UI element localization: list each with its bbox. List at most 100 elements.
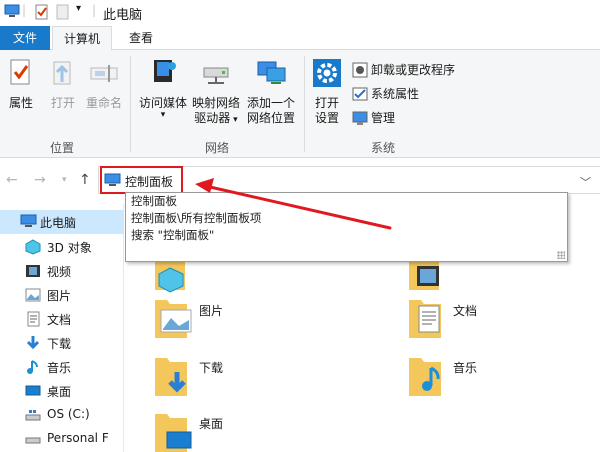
sidebar-item-videos[interactable]: 视频 xyxy=(0,259,124,283)
suggestion-item[interactable]: 控制面板 xyxy=(131,193,177,210)
sidebar-item-label: OS (C:) xyxy=(47,407,90,421)
drive-icon xyxy=(25,431,41,450)
highlight-box xyxy=(100,166,183,194)
properties-quick-icon[interactable] xyxy=(34,4,50,23)
divider: | xyxy=(22,3,27,17)
pc-icon xyxy=(4,4,20,21)
access-media-button[interactable]: 访问媒体 ▾ xyxy=(137,56,189,120)
tab-view[interactable]: 查看 xyxy=(118,26,164,50)
access-media-label: 访问媒体 xyxy=(138,96,187,110)
suggestion-item[interactable]: 搜索 "控制面板" xyxy=(131,227,214,244)
back-icon[interactable]: ← xyxy=(6,172,18,188)
sidebar-item-pictures[interactable]: 图片 xyxy=(0,283,124,307)
add-location-label-1: 添加一个 xyxy=(246,96,295,110)
folder-desktop[interactable] xyxy=(153,410,192,452)
group-label-location: 位置 xyxy=(50,141,75,155)
sidebar-item-label: 下载 xyxy=(47,337,72,351)
video-icon xyxy=(25,263,41,282)
ribbon: 属性 打开 重命名 位置 访问媒体 ▾ 映射网络 驱动器 ▾ 添加一个 网络位置 xyxy=(0,50,600,158)
rename-icon xyxy=(84,58,124,92)
uninstall-label: 卸载或更改程序 xyxy=(371,63,456,77)
map-drive-label-2: 驱动器 xyxy=(194,111,231,125)
sidebar-item-label: 文档 xyxy=(47,313,72,327)
chevron-down-icon: ▾ xyxy=(230,115,238,125)
downloads-icon xyxy=(25,335,41,354)
tab-file[interactable]: 文件 xyxy=(0,26,50,50)
folder-label: 音乐 xyxy=(453,361,478,375)
sidebar-item-label: 桌面 xyxy=(47,385,72,399)
folder-3d-objects[interactable] xyxy=(153,256,187,296)
open-settings-label-1: 打开 xyxy=(314,96,339,110)
sidebar-item-label: 图片 xyxy=(47,289,72,303)
map-network-drive-button[interactable]: 映射网络 驱动器 ▾ xyxy=(190,56,242,128)
divider: | xyxy=(92,3,97,17)
3d-objects-icon xyxy=(25,239,41,258)
sidebar-item-this-pc[interactable]: 此电脑 xyxy=(0,210,124,234)
suggestion-item[interactable]: 控制面板\所有控制面板项 xyxy=(131,210,261,227)
sidebar-item-label: 此电脑 xyxy=(40,216,77,230)
tab-computer[interactable]: 计算机 xyxy=(52,26,112,51)
divider xyxy=(130,56,131,152)
properties-icon xyxy=(4,58,38,92)
resize-grip[interactable] xyxy=(557,251,565,259)
sidebar-item-label: 音乐 xyxy=(47,361,72,375)
network-location-icon xyxy=(243,56,299,92)
ribbon-tabs: 文件 计算机 查看 xyxy=(0,26,600,51)
rename-label: 重命名 xyxy=(85,96,122,110)
folder-videos[interactable] xyxy=(407,256,441,296)
customize-toolbar-icon[interactable]: ▾ xyxy=(76,3,81,14)
pictures-icon xyxy=(25,287,41,306)
group-label-network: 网络 xyxy=(205,141,230,155)
new-folder-quick-icon[interactable] xyxy=(56,4,70,23)
folder-label: 文档 xyxy=(453,304,478,318)
up-icon[interactable]: ↑ xyxy=(79,172,91,188)
sidebar-item-os-c[interactable]: OS (C:) xyxy=(0,403,124,427)
open-button[interactable]: 打开 xyxy=(46,58,80,111)
rename-button[interactable]: 重命名 xyxy=(84,58,124,111)
folder-label: 图片 xyxy=(199,304,224,318)
media-icon xyxy=(137,56,189,92)
sidebar-item-label: 3D 对象 xyxy=(47,241,92,255)
folder-documents[interactable] xyxy=(407,296,441,338)
uninstall-icon xyxy=(352,62,368,84)
sidebar-item-label: 视频 xyxy=(47,265,72,279)
sidebar-item-personal[interactable]: Personal F xyxy=(0,427,124,451)
folder-label: 桌面 xyxy=(199,417,224,431)
manage-label: 管理 xyxy=(371,111,396,125)
title-bar: | ▾ | 此电脑 xyxy=(0,0,600,26)
folder-music[interactable] xyxy=(407,354,441,396)
music-icon xyxy=(25,359,41,378)
sidebar-item-3d-objects[interactable]: 3D 对象 xyxy=(0,235,124,259)
documents-icon xyxy=(25,311,41,330)
open-label: 打开 xyxy=(50,96,75,110)
add-location-label-2: 网络位置 xyxy=(246,111,295,125)
chevron-down-icon[interactable]: ﹀ xyxy=(580,174,591,190)
system-properties-label: 系统属性 xyxy=(371,87,420,101)
sidebar-item-downloads[interactable]: 下载 xyxy=(0,331,124,355)
group-label-system: 系统 xyxy=(371,141,396,155)
address-suggestions: 控制面板 控制面板\所有控制面板项 搜索 "控制面板" xyxy=(125,192,568,262)
recent-locations-icon[interactable]: ▾ xyxy=(62,175,67,185)
divider xyxy=(304,56,305,152)
sidebar-item-label: Personal F xyxy=(47,431,109,445)
desktop-icon xyxy=(25,383,41,402)
gear-icon xyxy=(310,58,344,92)
folder-downloads[interactable] xyxy=(153,354,187,396)
network-drive-icon xyxy=(190,56,242,92)
sidebar-item-documents[interactable]: 文档 xyxy=(0,307,124,331)
drive-icon xyxy=(25,407,41,426)
folder-pictures[interactable] xyxy=(153,296,192,338)
forward-icon[interactable]: → xyxy=(34,172,46,188)
add-network-location-button[interactable]: 添加一个 网络位置 xyxy=(243,56,299,126)
sidebar-item-desktop[interactable]: 桌面 xyxy=(0,379,124,403)
open-settings-button[interactable]: 打开 设置 xyxy=(310,58,344,126)
sidebar-item-music[interactable]: 音乐 xyxy=(0,355,124,379)
properties-button[interactable]: 属性 xyxy=(4,58,38,111)
navigation-pane: 此电脑 3D 对象 视频 图片 文档 下载 音乐 桌面 OS (C:) Pers… xyxy=(0,204,124,452)
manage-icon xyxy=(352,110,368,132)
open-settings-label-2: 设置 xyxy=(314,111,339,125)
folder-label: 下载 xyxy=(199,361,224,375)
map-drive-label-1: 映射网络 xyxy=(191,96,240,110)
open-icon xyxy=(46,58,80,92)
pc-icon xyxy=(20,214,37,231)
